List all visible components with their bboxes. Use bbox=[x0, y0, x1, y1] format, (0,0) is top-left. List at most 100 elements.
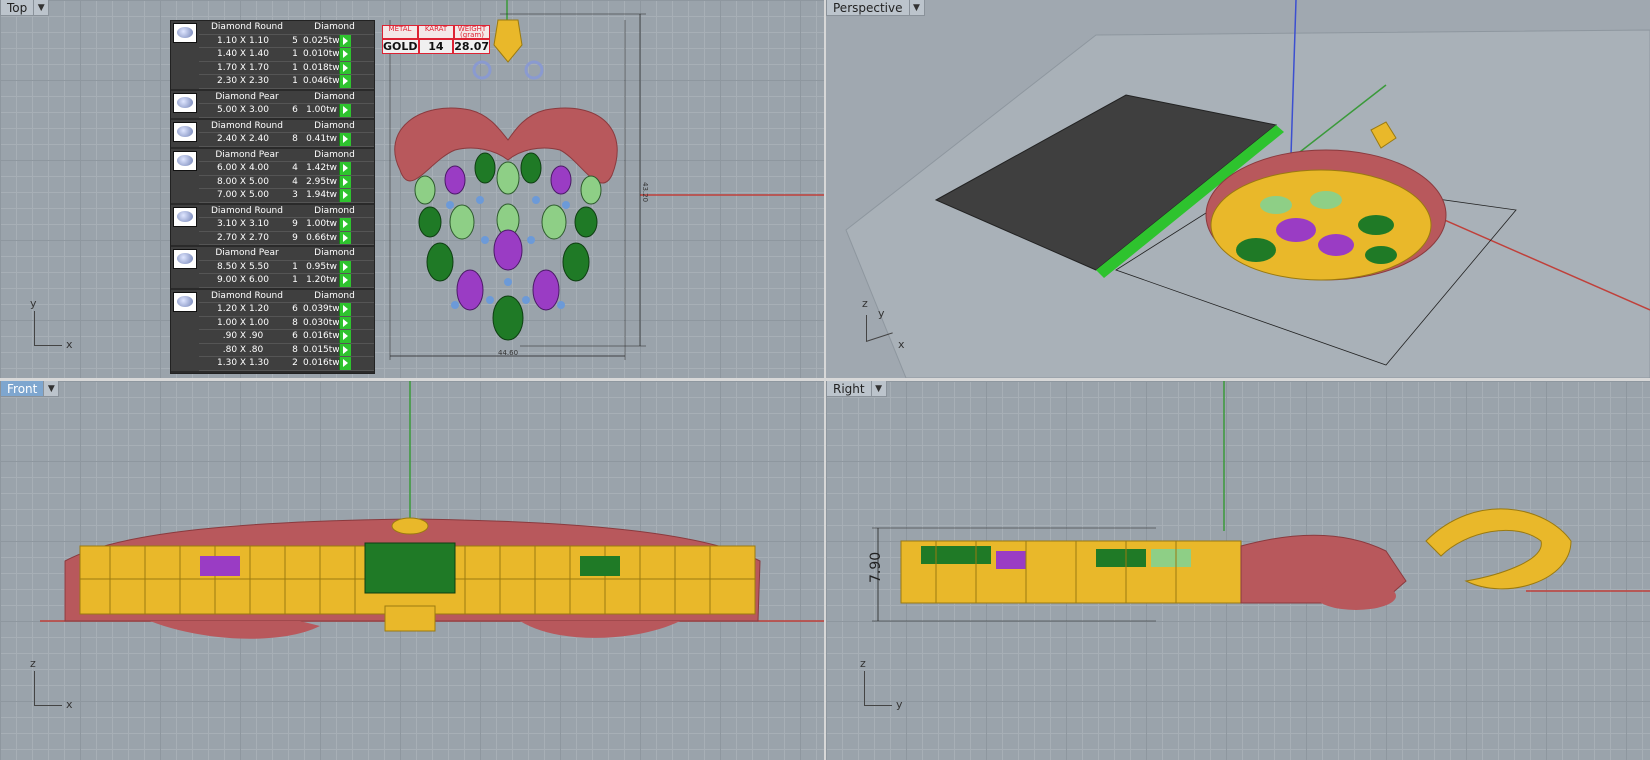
perspective-viewport[interactable]: Perspective ▼ z y x bbox=[826, 0, 1650, 378]
gem-row: 1.00 X 1.00 8 0.030tw bbox=[199, 316, 374, 330]
top-view-canvas: 44.60 43.20 bbox=[389, 0, 824, 360]
gem-group: Diamond Pear Diamond 6.00 X 4.00 4 1.42tw 8… bbox=[171, 149, 374, 205]
right-viewport-tab[interactable]: Right ▼ bbox=[826, 381, 887, 397]
select-gem-button[interactable] bbox=[339, 162, 351, 175]
gem-group: Diamond Round Diamond 1.10 X 1.10 5 0.025tw… bbox=[171, 21, 374, 91]
karat-header: KARAT bbox=[418, 25, 454, 39]
round-diamond-icon bbox=[171, 120, 199, 147]
right-viewport[interactable]: Right ▼ 7.90 z y bbox=[826, 381, 1650, 760]
select-gem-button[interactable] bbox=[339, 357, 351, 370]
gem-row: 8.00 X 5.00 4 2.95tw bbox=[199, 175, 374, 189]
gem-material: Diamond bbox=[314, 22, 355, 32]
select-gem-button[interactable] bbox=[339, 343, 351, 356]
gemstones-group bbox=[414, 152, 602, 341]
perspective-viewport-tab[interactable]: Perspective ▼ bbox=[826, 0, 925, 16]
gem-material: Diamond bbox=[314, 120, 355, 131]
pear-diamond-icon bbox=[171, 247, 199, 288]
right-axis-indicator: z y bbox=[860, 657, 903, 711]
select-gem-button[interactable] bbox=[339, 231, 351, 244]
gem-shape: Diamond Round bbox=[211, 205, 283, 216]
gem-material: Diamond bbox=[314, 91, 355, 102]
gem-shape: Diamond Pear bbox=[215, 248, 279, 258]
gem-shape: Diamond Round bbox=[211, 290, 283, 301]
gem-group: Diamond Pear Diamond 5.00 X 3.00 6 1.00tw bbox=[171, 91, 374, 120]
weight-value: 28.07 bbox=[453, 39, 490, 54]
gem-group: Diamond Round Diamond 1.20 X 1.20 6 0.039tw… bbox=[171, 290, 374, 373]
viewport-menu-arrow-icon[interactable]: ▼ bbox=[871, 381, 887, 397]
gem-row: 1.10 X 1.10 5 0.025tw bbox=[199, 34, 374, 48]
gem-row: 5.00 X 3.00 6 1.00tw bbox=[199, 104, 374, 118]
gem-shape: Diamond Pear bbox=[215, 91, 279, 102]
gem-material: Diamond bbox=[314, 149, 355, 160]
gem-row: 1.70 X 1.70 1 0.018tw bbox=[199, 61, 374, 75]
gem-row: 2.30 X 2.30 1 0.046tw bbox=[199, 75, 374, 89]
right-view-canvas: 7.90 bbox=[868, 381, 1650, 622]
pear-diamond-icon bbox=[171, 149, 199, 203]
top-width-dimension: 44.60 bbox=[498, 349, 518, 357]
gem-shape: Diamond Pear bbox=[215, 149, 279, 160]
metal-header: METAL bbox=[382, 25, 418, 39]
gem-row: 9.00 X 6.00 1 1.20tw bbox=[199, 274, 374, 288]
gem-shape: Diamond Round bbox=[211, 120, 283, 131]
perspective-axis-indicator: z y x bbox=[862, 297, 905, 351]
gem-shape: Diamond Round bbox=[211, 22, 283, 32]
gem-row: 2.70 X 2.70 9 0.66tw bbox=[199, 231, 374, 245]
select-gem-button[interactable] bbox=[339, 34, 351, 47]
select-gem-button[interactable] bbox=[339, 274, 351, 287]
select-gem-button[interactable] bbox=[339, 189, 351, 202]
select-gem-button[interactable] bbox=[339, 330, 351, 343]
viewport-title[interactable]: Right bbox=[826, 381, 872, 397]
perspective-canvas bbox=[845, 0, 1650, 378]
right-height-dimension: 7.90 bbox=[868, 552, 884, 583]
top-viewport[interactable]: Top ▼ 44.60 43.20 Diamond Round Diamond … bbox=[0, 0, 824, 378]
select-gem-button[interactable] bbox=[339, 104, 351, 117]
top-height-dimension: 43.20 bbox=[641, 182, 649, 202]
round-diamond-icon bbox=[171, 290, 199, 371]
select-gem-button[interactable] bbox=[339, 175, 351, 188]
gem-material: Diamond bbox=[314, 248, 355, 258]
select-gem-button[interactable] bbox=[339, 260, 351, 273]
gem-row: 1.30 X 1.30 2 0.016tw bbox=[199, 357, 374, 371]
gem-row: 2.40 X 2.40 8 0.41tw bbox=[199, 133, 374, 147]
gem-material: Diamond bbox=[314, 290, 355, 301]
viewport-title[interactable]: Front bbox=[0, 381, 45, 397]
gem-row: 7.00 X 5.00 3 1.94tw bbox=[199, 189, 374, 203]
karat-value: 14 bbox=[418, 39, 454, 54]
gem-material: Diamond bbox=[314, 205, 355, 216]
metal-value: GOLD bbox=[382, 39, 419, 54]
select-gem-button[interactable] bbox=[339, 48, 351, 61]
bail-shape bbox=[493, 19, 523, 63]
viewport-title[interactable]: Perspective bbox=[826, 0, 910, 16]
top-viewport-tab[interactable]: Top ▼ bbox=[0, 0, 50, 16]
gem-group: Diamond Round Diamond 3.10 X 3.10 9 1.00tw … bbox=[171, 205, 374, 247]
gem-report-table: Diamond Round Diamond 1.10 X 1.10 5 0.025tw… bbox=[170, 20, 375, 374]
select-gem-button[interactable] bbox=[339, 75, 351, 88]
gem-row: 6.00 X 4.00 4 1.42tw bbox=[199, 162, 374, 176]
front-viewport[interactable]: Front ▼ z x bbox=[0, 381, 824, 760]
gem-group: Diamond Round Diamond 2.40 X 2.40 8 0.41tw bbox=[171, 120, 374, 149]
viewport-menu-arrow-icon[interactable]: ▼ bbox=[909, 0, 925, 16]
gem-group: Diamond Pear Diamond 8.50 X 5.50 1 0.95tw 9… bbox=[171, 247, 374, 290]
viewport-title[interactable]: Top bbox=[0, 0, 35, 16]
select-gem-button[interactable] bbox=[339, 61, 351, 74]
front-viewport-tab[interactable]: Front ▼ bbox=[0, 381, 60, 397]
gem-row: .90 X .90 6 0.016tw bbox=[199, 330, 374, 344]
viewport-menu-arrow-icon[interactable]: ▼ bbox=[34, 0, 50, 16]
viewport-menu-arrow-icon[interactable]: ▼ bbox=[44, 381, 60, 397]
round-diamond-icon bbox=[171, 21, 199, 89]
select-gem-button[interactable] bbox=[339, 218, 351, 231]
gem-row: 8.50 X 5.50 1 0.95tw bbox=[199, 260, 374, 274]
metal-info-table: METAL KARAT WEIGHT (gram) GOLD 14 28.07 bbox=[382, 25, 490, 54]
select-gem-button[interactable] bbox=[339, 316, 351, 329]
gem-row: 3.10 X 3.10 9 1.00tw bbox=[199, 218, 374, 232]
pear-diamond-icon bbox=[171, 91, 199, 118]
weight-header: WEIGHT (gram) bbox=[454, 25, 490, 39]
gem-row: 1.40 X 1.40 1 0.010tw bbox=[199, 48, 374, 62]
gem-row: 1.20 X 1.20 6 0.039tw bbox=[199, 303, 374, 317]
select-gem-button[interactable] bbox=[339, 303, 351, 316]
round-diamond-icon bbox=[171, 205, 199, 246]
front-view-canvas bbox=[40, 381, 824, 639]
gem-row: .80 X .80 8 0.015tw bbox=[199, 343, 374, 357]
top-axis-indicator: y x bbox=[30, 297, 73, 351]
select-gem-button[interactable] bbox=[339, 133, 351, 146]
